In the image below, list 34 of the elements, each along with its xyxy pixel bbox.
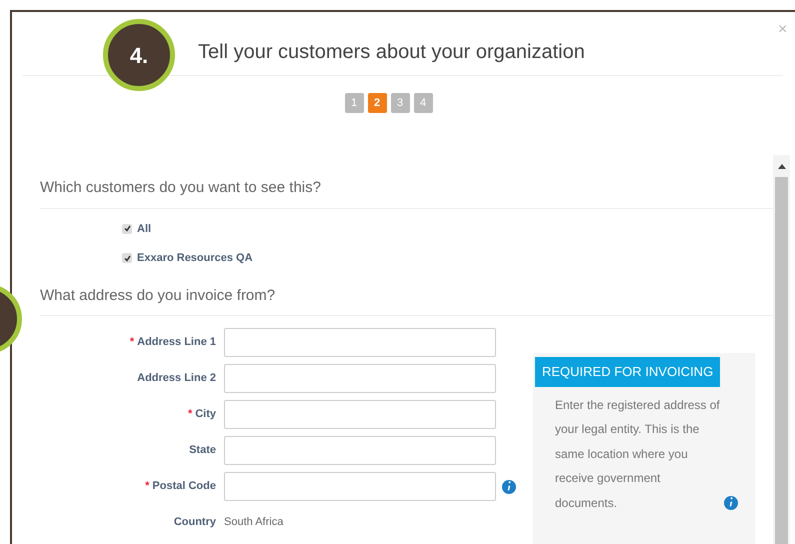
required-mark: *: [145, 480, 150, 492]
field-value: South Africa: [224, 515, 284, 530]
input-field[interactable]: [224, 364, 496, 393]
section-heading: What address do you invoice from?: [40, 284, 773, 316]
info-icon[interactable]: [502, 480, 516, 494]
close-button[interactable]: ×: [778, 22, 788, 38]
input-field[interactable]: [224, 472, 496, 501]
field-label: Postal Code: [152, 480, 216, 492]
required-mark: *: [130, 336, 134, 348]
scroll-thumb[interactable]: [775, 177, 788, 544]
step-button[interactable]: 3: [390, 93, 410, 113]
field-label: Address Line 1: [137, 336, 216, 348]
checkbox-label: Exxaro Resources QA: [137, 251, 253, 266]
info-icon[interactable]: [724, 496, 738, 510]
checkbox-label: All: [137, 222, 152, 236]
step-button[interactable]: 1: [344, 93, 364, 113]
field-label: Country: [174, 516, 216, 528]
section-heading: Which customers do you want to see this?: [40, 177, 773, 208]
input-field[interactable]: [224, 328, 496, 357]
scroll-up-icon[interactable]: [778, 164, 786, 168]
checkbox[interactable]: [122, 224, 132, 234]
dialog-title: Tell your customers about your organization: [198, 40, 585, 64]
panel-title: REQUIRED FOR INVOICING: [535, 357, 720, 386]
input-field[interactable]: [224, 400, 496, 429]
step-button[interactable]: 2: [368, 93, 386, 113]
input-field[interactable]: [224, 436, 496, 465]
required-mark: *: [188, 408, 192, 420]
step-button[interactable]: 4: [414, 93, 432, 113]
field-label: State: [189, 444, 216, 456]
panel-text: Enter the registered address of your legal entity. This is the same location where you receive government documents.: [555, 396, 721, 512]
field-label: Address Line 2: [137, 372, 216, 384]
checkbox[interactable]: [122, 253, 132, 264]
scrollbar[interactable]: [773, 155, 790, 544]
field-label: City: [195, 408, 216, 420]
